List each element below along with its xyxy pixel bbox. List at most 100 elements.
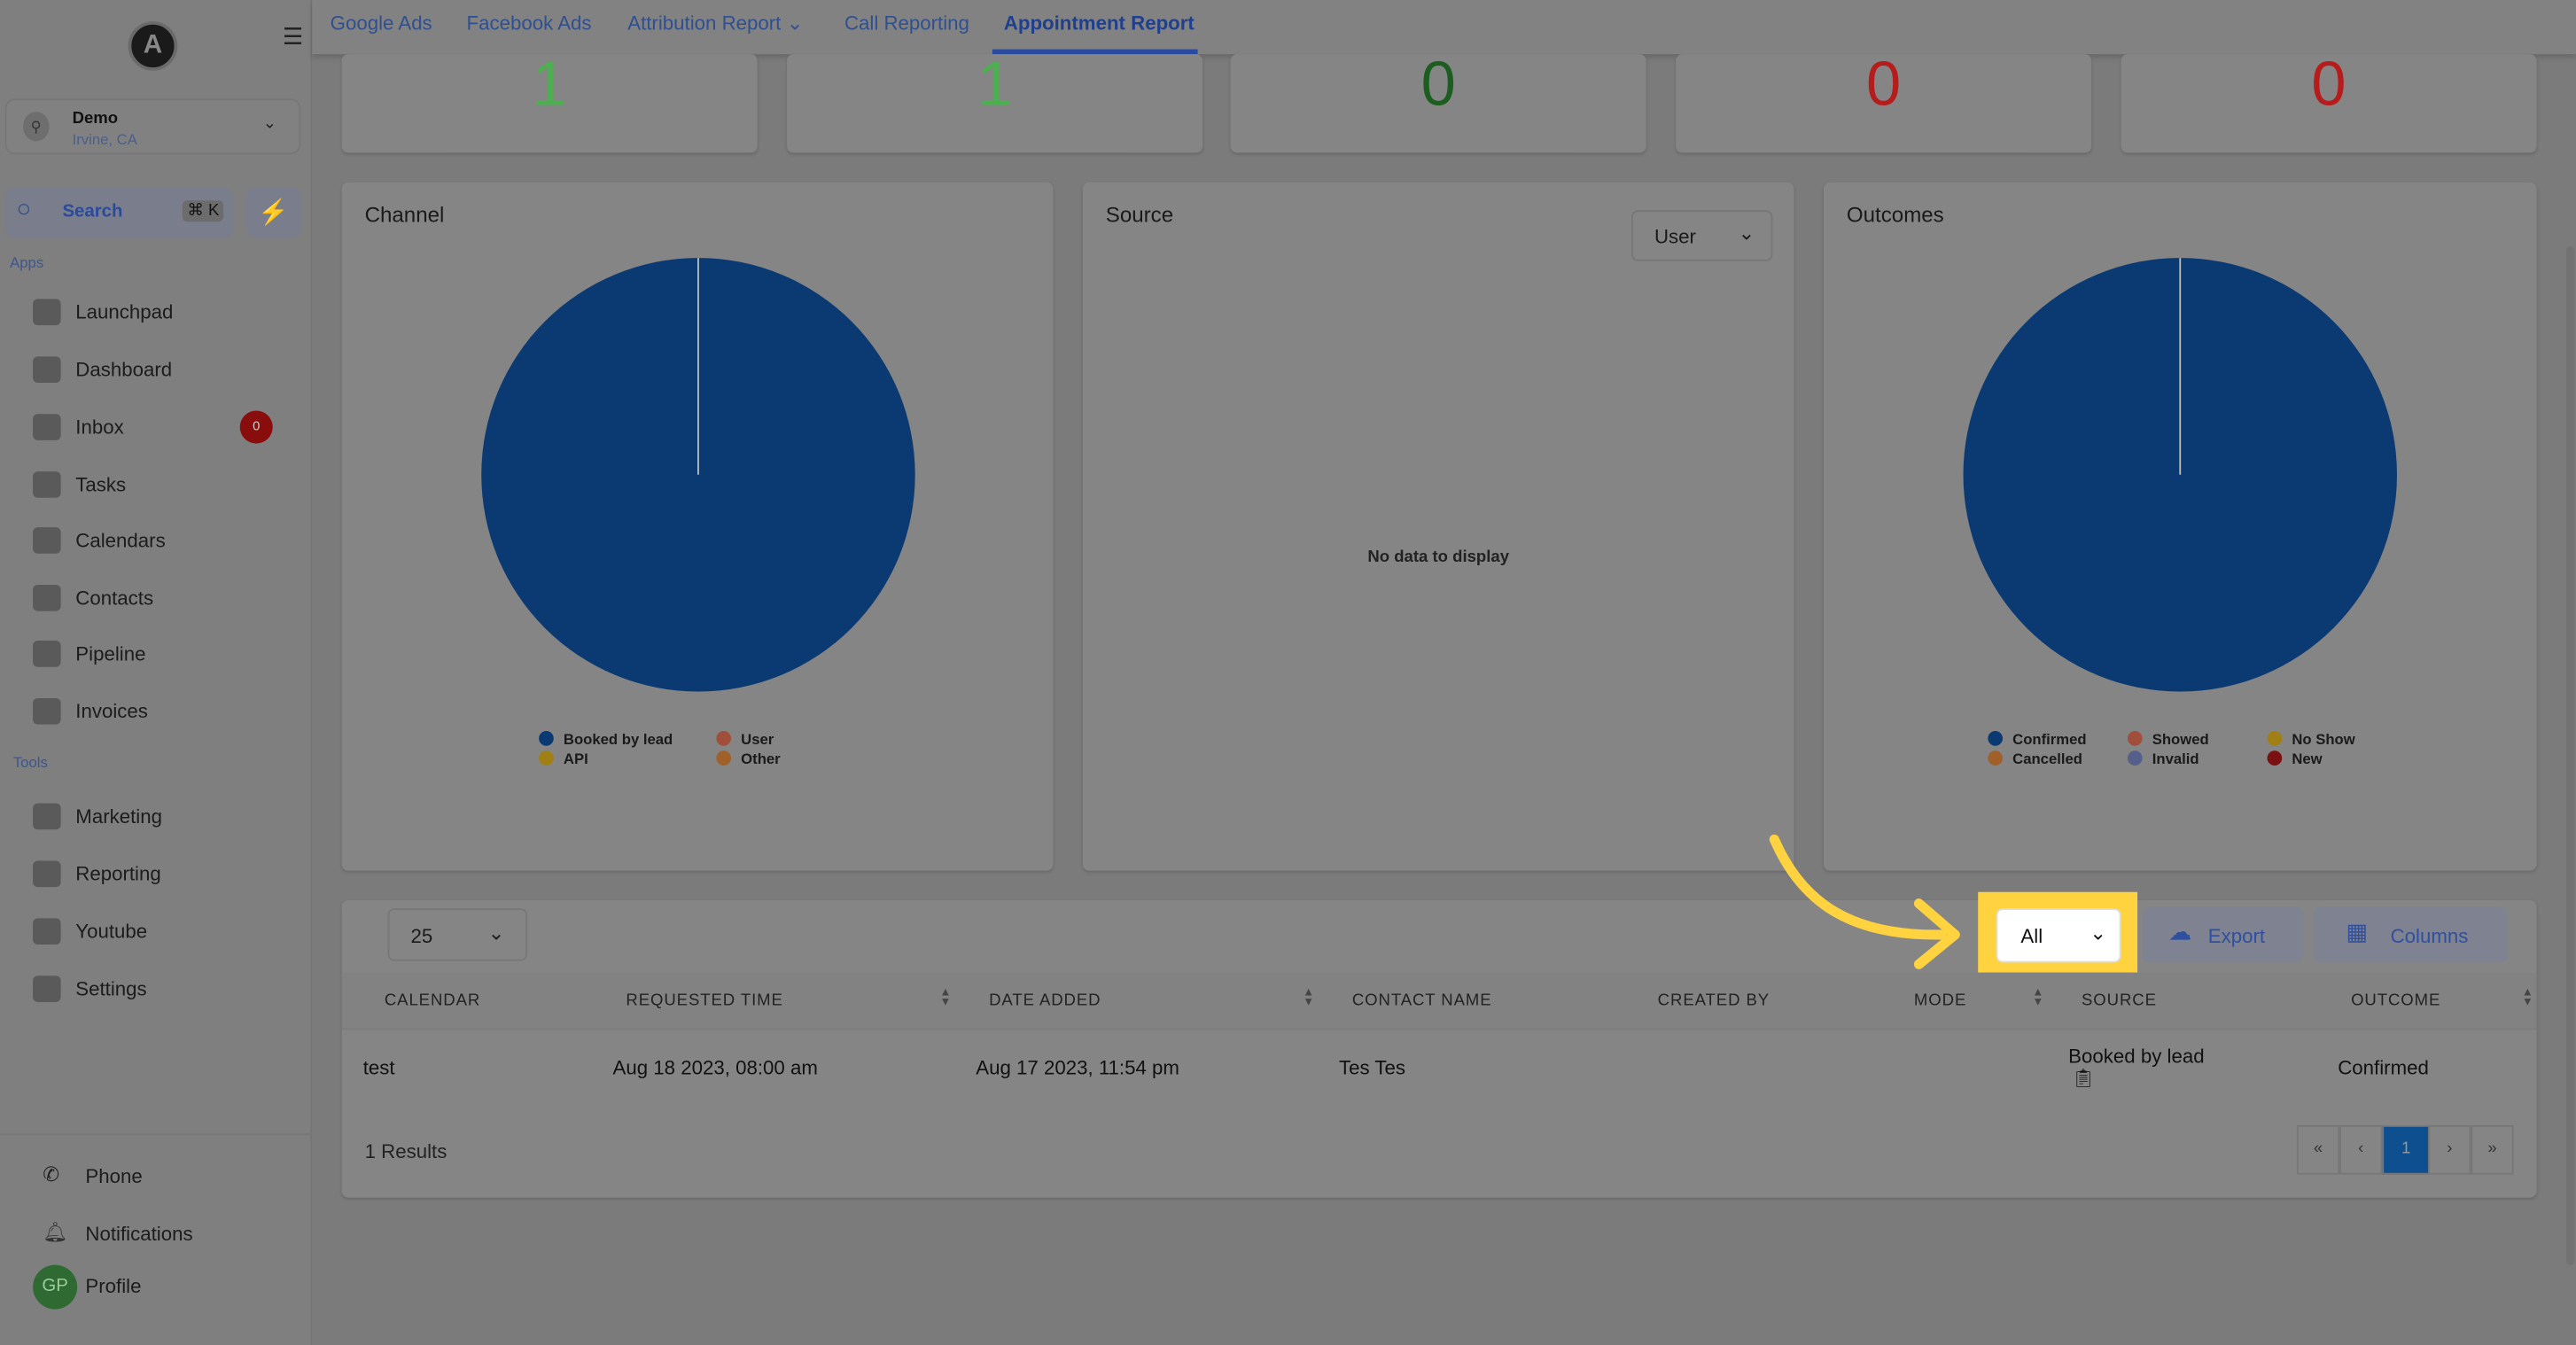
page-size-select[interactable]: 25 ⌄ [387,908,528,961]
clipboard-icon[interactable]: 📋︎ [2072,1068,2095,1089]
legend-item[interactable]: No Show [2267,731,2355,748]
sort-icon[interactable]: ▲ ▼ [939,987,951,1008]
sidebar-item-calendars[interactable]: Calendars [33,524,296,556]
legend-label: Other [741,750,781,767]
export-button[interactable]: ☁ Export [2142,906,2304,963]
legend-item[interactable]: Other [716,750,781,767]
quick-actions-button[interactable]: ⚡ [246,187,301,238]
column-header[interactable]: CALENDAR [385,992,480,1010]
legend-swatch [1988,731,2004,746]
sidebar-item-marketing[interactable]: Marketing [33,800,296,833]
sidebar-item-settings[interactable]: Settings [33,973,296,1006]
legend-item[interactable]: User [716,731,774,748]
legend-item[interactable]: Confirmed [1988,731,2087,748]
selected-value: All [2020,924,2043,948]
tab-google-ads[interactable]: Google Ads [331,12,432,35]
sidebar-item-reporting[interactable]: Reporting [33,858,296,890]
megaphone-icon [33,803,61,830]
filter-select[interactable]: All ⌄ [1996,908,2121,963]
legend-swatch [539,731,554,746]
legend-item[interactable]: API [539,750,588,767]
card-title: Outcomes [1846,202,1944,227]
sidebar-item-pipeline[interactable]: Pipeline [33,637,296,670]
page-prev-button[interactable]: ‹ [2339,1124,2383,1175]
legend-swatch [716,731,732,746]
stat-value: 0 [1865,51,1902,121]
column-header[interactable]: REQUESTED TIME [626,992,782,1010]
gear-icon [33,976,61,1002]
account-switcher[interactable]: ⚲ Demo Irvine, CA ⌄ [4,98,301,155]
cell-requested-time: Aug 18 2023, 08:00 am [612,1056,818,1080]
stat-card: 1 [341,51,758,153]
legend-label: API [563,750,588,767]
cell-date-added: Aug 17 2023, 11:54 pm [976,1056,1179,1080]
tab-appointment-report[interactable]: Appointment Report [1004,12,1195,35]
cell-contact-name[interactable]: Tes Tes [1339,1056,1405,1079]
label: Export [2207,924,2266,948]
inbox-badge: 0 [239,410,273,444]
sidebar-item-invoices[interactable]: Invoices [33,695,296,727]
divider [0,1133,313,1136]
label: Reporting [75,862,161,886]
sidebar-item-notifications[interactable]: 🔔︎ Notifications [43,1217,306,1250]
sidebar-item-phone[interactable]: ✆ Phone [43,1160,306,1193]
channel-pie [481,258,915,692]
label: Dashboard [75,358,173,382]
tab-attribution-report[interactable]: Attribution Report ⌄ [627,12,803,35]
legend-swatch [2267,750,2283,766]
page-first-button[interactable]: « [2296,1124,2340,1175]
stat-card: 0 [1230,51,1646,153]
contacts-icon [33,585,61,611]
sort-icon[interactable]: ▲ ▼ [2522,987,2533,1008]
legend-swatch [2127,750,2143,766]
source-dropdown[interactable]: User ⌄ [1631,210,1773,261]
sidebar-item-dashboard[interactable]: Dashboard [33,354,296,386]
scrollbar[interactable] [2565,246,2575,1265]
chevron-down-icon: ⌄ [1738,222,1755,245]
chevron-down-icon: ⌄ [2090,921,2106,945]
search-icon: ○ [16,195,32,224]
calendar-icon [33,527,61,554]
sort-icon[interactable]: ▲ ▼ [1303,987,1314,1008]
legend-swatch [1988,750,2004,766]
column-header[interactable]: CONTACT NAME [1352,992,1492,1010]
results-count: 1 Results [364,1139,447,1163]
column-header[interactable]: MODE [1914,992,1966,1010]
column-header[interactable]: SOURCE [2082,992,2157,1010]
column-header[interactable]: OUTCOME [2351,992,2440,1010]
search-button[interactable]: ○ Search ⌘ K [4,187,234,238]
legend-item[interactable]: Showed [2127,731,2209,748]
sidebar-item-tasks[interactable]: Tasks [33,468,296,501]
tab-call-reporting[interactable]: Call Reporting [844,12,969,35]
legend-item[interactable]: Booked by lead [539,731,673,748]
selected-value: 25 [410,924,433,948]
phone-icon: ✆ [43,1162,59,1186]
sidebar-item-profile[interactable]: GP Profile [33,1264,296,1310]
page-last-button[interactable]: » [2471,1124,2514,1175]
sidebar-item-launchpad[interactable]: Launchpad [33,296,296,329]
legend-item[interactable]: New [2267,750,2323,767]
sidebar-item-youtube[interactable]: Youtube [33,915,296,948]
section-apps: Apps [10,254,44,271]
legend-item[interactable]: Cancelled [1988,750,2082,767]
columns-button[interactable]: ▦ Columns [2313,906,2508,963]
label: Notifications [85,1222,193,1246]
column-header[interactable]: CREATED BY [1658,992,1770,1010]
column-header[interactable]: DATE ADDED [989,992,1101,1010]
selected-value: User [1654,224,1696,248]
sidebar: A ☰ ⚲ Demo Irvine, CA ⌄ ○ Search ⌘ K ⚡ A… [0,0,313,1345]
sort-icon[interactable]: ▲ ▼ [2032,987,2043,1008]
page-next-button[interactable]: › [2428,1124,2471,1175]
page-1-button[interactable]: 1 [2382,1124,2431,1175]
inbox-icon [33,414,61,440]
app-logo: A [128,21,178,71]
collapse-menu-icon[interactable]: ☰ [283,23,306,51]
account-location: Irvine, CA [72,131,137,148]
tasks-icon [33,471,61,498]
label: Calendars [75,528,166,552]
search-label: Search [62,202,123,222]
label: Profile [85,1274,142,1298]
legend-item[interactable]: Invalid [2127,750,2199,767]
sidebar-item-contacts[interactable]: Contacts [33,581,296,614]
tab-facebook-ads[interactable]: Facebook Ads [467,12,592,35]
